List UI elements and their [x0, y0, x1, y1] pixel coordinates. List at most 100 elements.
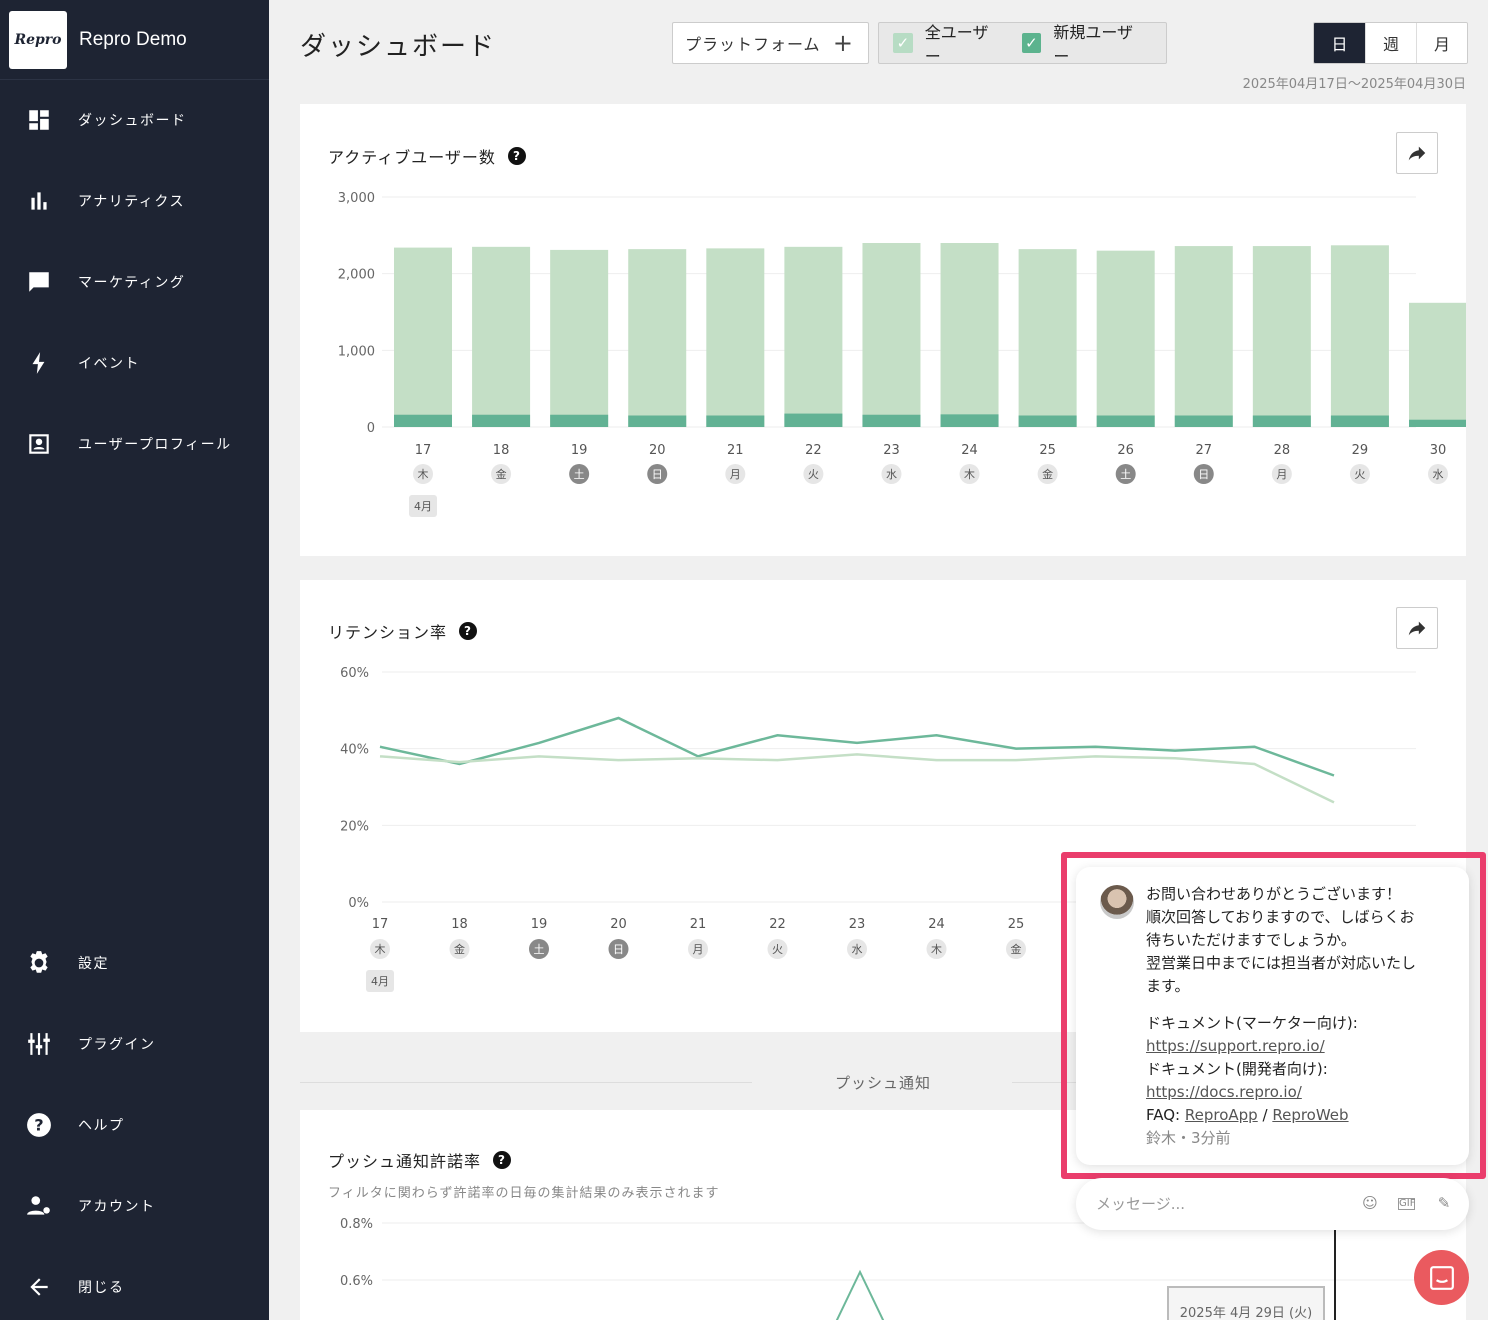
- bar-all-users: [1409, 302, 1466, 427]
- brand-header: Repro Repro Demo: [0, 0, 269, 80]
- platform-filter-button[interactable]: プラットフォーム +: [672, 22, 869, 64]
- chat-launcher-button[interactable]: [1414, 1250, 1469, 1305]
- x-tick-label: 21: [727, 443, 744, 458]
- y-tick-label: 40%: [340, 743, 369, 758]
- sidebar-item-label: ユーザープロフィール: [78, 437, 232, 453]
- sidebar-item-dashboard[interactable]: ダッシュボード: [0, 90, 269, 150]
- series-line: [379, 716, 1335, 777]
- sidebar-item-label: プラグイン: [78, 1037, 156, 1053]
- arrow-left-icon: [0, 1274, 78, 1300]
- emoji-icon[interactable]: ☺: [1360, 1194, 1380, 1214]
- x-tick-label: 26: [1117, 443, 1134, 458]
- y-tick-label: 0.8%: [340, 1217, 373, 1232]
- x-tick-label: 24: [961, 443, 978, 458]
- x-tick-label: 19: [531, 917, 548, 932]
- chat-input-field[interactable]: メッセージ... ☺ GIF ✎: [1076, 1178, 1469, 1230]
- weekday-label: 火: [1354, 468, 1365, 481]
- sidebar-item-settings[interactable]: 設定: [0, 933, 269, 993]
- bar-chart-icon: [0, 188, 78, 214]
- bolt-icon: [0, 350, 78, 376]
- attachment-icon[interactable]: ✎: [1434, 1194, 1454, 1214]
- doc-marketer-link[interactable]: https://support.repro.io/: [1146, 1037, 1325, 1055]
- x-tick-label: 24: [928, 917, 945, 932]
- bar-new-users: [1252, 415, 1311, 427]
- x-tick-label: 30: [1430, 443, 1447, 458]
- weekday-label: 水: [852, 943, 863, 956]
- checkbox-check-icon: ✓: [893, 33, 913, 53]
- weekday-label: 金: [496, 467, 507, 481]
- weekday-label: 日: [1198, 468, 1209, 481]
- chat-input-placeholder: メッセージ...: [1096, 1195, 1186, 1213]
- sidebar-item-label: ヘルプ: [78, 1118, 125, 1134]
- x-tick-label: 18: [451, 917, 468, 932]
- dashboard-icon: [0, 107, 78, 133]
- weekday-label: 土: [574, 468, 585, 481]
- chat-line: お問い合わせありがとうございます！: [1146, 885, 1402, 903]
- weekday-label: 水: [886, 468, 897, 481]
- profile-icon: [0, 431, 78, 457]
- bar-all-users: [1252, 246, 1311, 427]
- sidebar-item-analytics[interactable]: アナリティクス: [0, 171, 269, 231]
- series-line: [835, 1269, 885, 1320]
- weekday-label: 金: [1011, 942, 1022, 956]
- sidebar-item-label: イベント: [78, 356, 140, 372]
- period-day-button[interactable]: 日: [1314, 23, 1365, 63]
- gif-icon[interactable]: GIF: [1398, 1198, 1415, 1210]
- bar-all-users: [394, 247, 452, 427]
- faq-web-link[interactable]: ReproWeb: [1272, 1106, 1348, 1124]
- sidebar-item-marketing[interactable]: マーケティング: [0, 252, 269, 312]
- weekday-label: 月: [730, 468, 741, 481]
- sidebar-item-event[interactable]: イベント: [0, 333, 269, 393]
- new-users-label: 新規ユーザー: [1053, 23, 1134, 66]
- period-month-button[interactable]: 月: [1416, 23, 1467, 63]
- sidebar-item-account[interactable]: アカウント: [0, 1176, 269, 1236]
- x-tick-label: 27: [1195, 443, 1212, 458]
- doc-marketer-label: ドキュメント(マーケター向け):: [1146, 1014, 1358, 1032]
- faq-app-link[interactable]: ReproApp: [1185, 1106, 1258, 1124]
- bar-all-users: [1096, 250, 1155, 427]
- chat-line: ます。: [1146, 977, 1190, 995]
- chat-message-text: お問い合わせありがとうございます！ 順次回答しておりますので、しばらくお 待ちい…: [1146, 883, 1451, 1150]
- bar-new-users: [940, 414, 999, 427]
- svg-text:?: ?: [34, 1115, 43, 1134]
- weekday-label: 日: [652, 468, 663, 481]
- new-users-checkbox[interactable]: ✓ 新規ユーザー: [1021, 19, 1148, 67]
- plus-icon: +: [832, 29, 854, 57]
- bar-new-users: [706, 415, 765, 427]
- user-filter: ✓ 全ユーザー ✓ 新規ユーザー: [878, 19, 1167, 67]
- sidebar-item-help[interactable]: ? ヘルプ: [0, 1095, 269, 1155]
- active-users-card: アクティブユーザー数 ? 0 1,000 2,000 3,000 17 木 18 金 19 土 20…: [300, 104, 1466, 556]
- agent-avatar: [1100, 885, 1134, 919]
- plugin-icon: [0, 1031, 78, 1057]
- y-tick-label: 60%: [340, 666, 369, 681]
- bar-new-users: [1018, 415, 1077, 427]
- sidebar-item-label: マーケティング: [78, 275, 186, 291]
- x-tick-label: 28: [1274, 443, 1291, 458]
- bar-all-users: [1018, 249, 1077, 427]
- sidebar-item-label: 閉じる: [78, 1280, 125, 1296]
- sidebar-item-plugin[interactable]: プラグイン: [0, 1014, 269, 1074]
- series-line: [379, 753, 1335, 804]
- weekday-label: 木: [931, 943, 942, 956]
- bar-all-users: [706, 248, 765, 427]
- app-name[interactable]: Repro Demo: [79, 29, 187, 51]
- bar-new-users: [1096, 415, 1155, 427]
- period-week-button[interactable]: 週: [1365, 23, 1416, 63]
- all-users-checkbox[interactable]: ✓ 全ユーザー: [893, 19, 1004, 67]
- repro-logo[interactable]: Repro: [9, 10, 67, 69]
- month-label: 4月: [414, 500, 432, 513]
- x-tick-label: 19: [571, 443, 588, 458]
- sidebar-item-close[interactable]: 閉じる: [0, 1257, 269, 1317]
- chat-message-bubble: お問い合わせありがとうございます！ 順次回答しておりますので、しばらくお 待ちい…: [1076, 867, 1469, 1165]
- doc-dev-link[interactable]: https://docs.repro.io/: [1146, 1083, 1302, 1101]
- sidebar-item-user-profile[interactable]: ユーザープロフィール: [0, 414, 269, 474]
- x-tick-label: 25: [1039, 443, 1056, 458]
- page-title: ダッシュボード: [300, 32, 497, 62]
- weekday-label: 金: [454, 942, 465, 956]
- sidebar-item-label: アナリティクス: [78, 194, 185, 210]
- chart-tooltip: 2025年 4月 29日 (火): [1167, 1286, 1325, 1320]
- bar-new-users: [550, 414, 609, 427]
- y-tick-label: 0%: [348, 896, 369, 911]
- x-tick-label: 22: [769, 917, 786, 932]
- help-icon: ?: [0, 1112, 78, 1138]
